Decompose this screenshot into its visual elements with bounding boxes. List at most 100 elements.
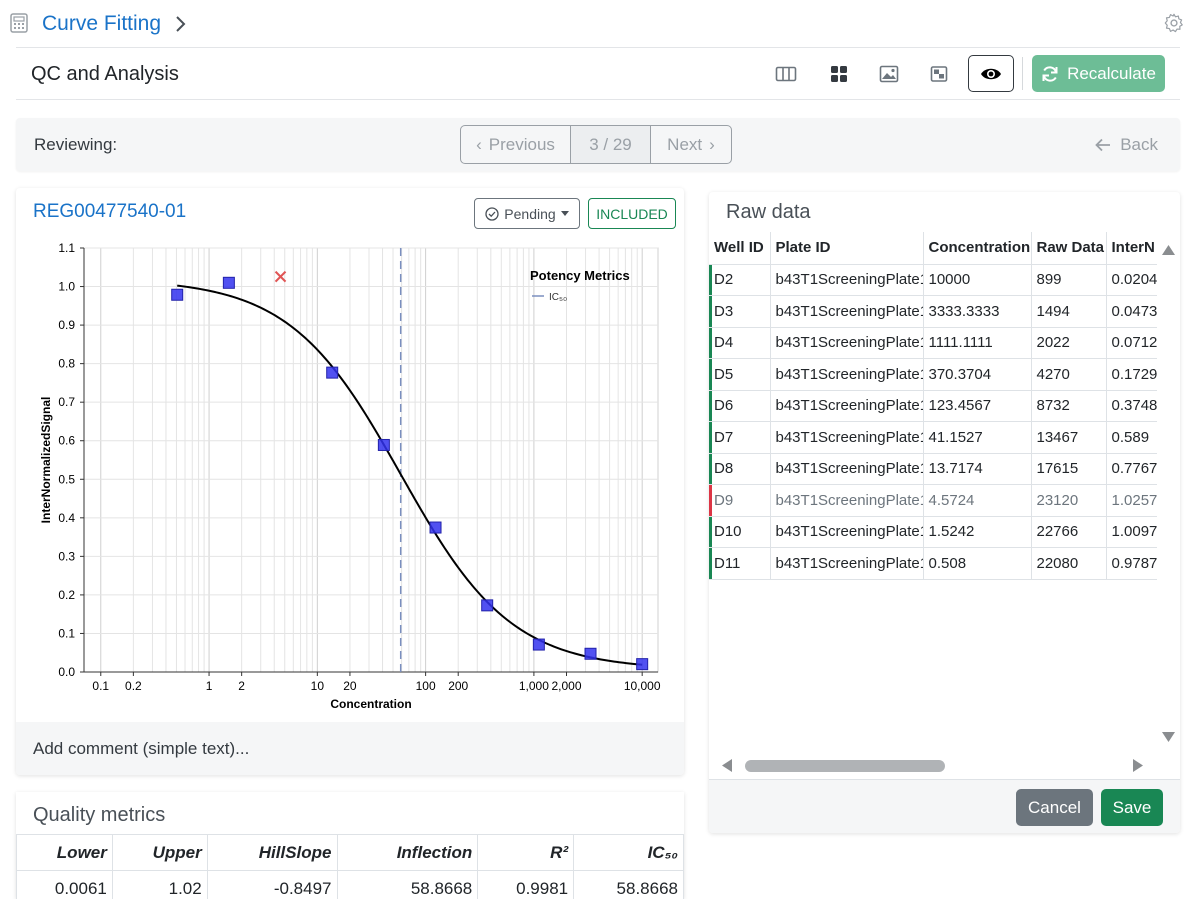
included-badge[interactable]: INCLUDED xyxy=(588,198,676,229)
table-row[interactable]: D9 b43T1ScreeningPlate1 4.5724 23120 1.0257 xyxy=(709,484,1157,517)
top-bar: Curve Fitting xyxy=(0,0,1187,48)
x-tick-label: 100 xyxy=(416,679,436,693)
table-row[interactable]: D2 b43T1ScreeningPlate1 10000 899 0.0204 xyxy=(709,264,1157,296)
cell-concentration: 370.3704 xyxy=(923,358,1032,391)
table-row[interactable]: D3 b43T1ScreeningPlate1 3333.3333 1494 0.047… xyxy=(709,295,1157,328)
previous-label: Previous xyxy=(488,134,555,154)
divider xyxy=(16,47,1180,48)
cell-concentration: 13.7174 xyxy=(923,453,1032,485)
gear-icon[interactable] xyxy=(1163,12,1185,34)
grid-icon[interactable] xyxy=(828,64,850,84)
cell-concentration: 0.508 xyxy=(923,547,1032,580)
cell-internormalized: 0.1729 xyxy=(1106,358,1157,391)
quality-metrics-table: Lower Upper HillSlope Inflection R² IC₅₀… xyxy=(16,834,684,899)
cell-raw-data: 8732 xyxy=(1031,390,1107,422)
y-tick-label: 0.9 xyxy=(58,318,75,332)
recalculate-button[interactable]: Recalculate xyxy=(1032,55,1165,92)
column-header: Upper xyxy=(111,834,208,871)
image-icon[interactable] xyxy=(878,64,900,84)
column-header-plate-id[interactable]: Plate ID xyxy=(770,232,924,265)
column-header-concentration[interactable]: Concentration xyxy=(923,232,1032,265)
raw-data-card: Raw data Well ID Plate ID Concentration … xyxy=(709,192,1180,833)
status-dropdown[interactable]: Pending xyxy=(474,198,580,229)
cell-raw-data: 13467 xyxy=(1031,421,1107,454)
metric-value: 0.9981 xyxy=(477,870,575,899)
horizontal-scrollbar[interactable] xyxy=(709,747,1157,777)
y-tick-labels: 0.0 0.1 0.2 0.3 0.4 0.5 0.6 0.7 0.8 0.9 1.0 1.1 xyxy=(58,241,84,679)
table-row[interactable]: D5 b43T1ScreeningPlate1 370.3704 4270 0.1729 xyxy=(709,358,1157,391)
table-row[interactable]: D8 b43T1ScreeningPlate1 13.7174 17615 0.7767 xyxy=(709,453,1157,485)
table-row[interactable]: D4 b43T1ScreeningPlate1 1111.1111 2022 0.071… xyxy=(709,327,1157,359)
chart-grid xyxy=(83,247,659,673)
page-title: QC and Analysis xyxy=(31,63,179,85)
table-row[interactable]: D6 b43T1ScreeningPlate1 123.4567 8732 0.3748 xyxy=(709,390,1157,422)
table-row[interactable]: D10 b43T1ScreeningPlate1 1.5242 22766 1.0097 xyxy=(709,516,1157,548)
cell-well-id: D7 xyxy=(709,421,771,454)
x-tick-label: 200 xyxy=(448,679,468,693)
data-point xyxy=(326,366,339,379)
data-point xyxy=(584,647,597,660)
columns-icon[interactable] xyxy=(775,64,797,84)
next-button[interactable]: Next › xyxy=(650,125,732,164)
y-tick-label: 1.1 xyxy=(58,241,75,255)
raw-data-grid[interactable]: Well ID Plate ID Concentration Raw Data … xyxy=(709,232,1157,747)
cancel-button[interactable]: Cancel xyxy=(1016,789,1093,826)
cell-internormalized: 0.7767 xyxy=(1106,453,1157,485)
column-header-internormalized[interactable]: InterN xyxy=(1106,232,1157,265)
scroll-down-icon[interactable] xyxy=(1162,732,1175,742)
toggle-visibility-button[interactable] xyxy=(968,55,1014,92)
data-point xyxy=(481,599,494,612)
next-label: Next xyxy=(667,134,703,154)
scroll-thumb[interactable] xyxy=(745,760,945,772)
table-row[interactable]: D7 b43T1ScreeningPlate1 41.1527 13467 0.589 xyxy=(709,421,1157,454)
scroll-left-icon[interactable] xyxy=(722,759,732,772)
cell-plate-id: b43T1ScreeningPlate1 xyxy=(770,516,924,548)
cell-well-id: D5 xyxy=(709,358,771,391)
cell-concentration: 3333.3333 xyxy=(923,295,1032,328)
comment-field[interactable]: Add comment (simple text)... xyxy=(16,722,684,775)
cell-internormalized: 0.9787 xyxy=(1106,547,1157,580)
legend-title: Potency Metrics xyxy=(530,268,630,283)
y-tick-label: 0.4 xyxy=(58,511,75,525)
y-tick-label: 0.3 xyxy=(58,549,75,563)
scroll-up-icon[interactable] xyxy=(1162,245,1175,255)
column-header-raw-data[interactable]: Raw Data xyxy=(1031,232,1107,265)
cell-raw-data: 22080 xyxy=(1031,547,1107,580)
cell-well-id: D10 xyxy=(709,516,771,548)
review-bar: Reviewing: ‹ Previous 3 / 29 Next › Back xyxy=(16,118,1180,171)
cell-concentration: 10000 xyxy=(923,264,1032,296)
cell-raw-data: 4270 xyxy=(1031,358,1107,391)
metric-value: 58.8668 xyxy=(336,870,479,899)
cell-well-id: D3 xyxy=(709,295,771,328)
cell-well-id: D2 xyxy=(709,264,771,296)
chevron-right-icon[interactable] xyxy=(174,14,188,34)
y-tick-label: 0.1 xyxy=(58,626,75,640)
cell-well-id: D11 xyxy=(709,547,771,580)
data-point xyxy=(377,438,390,451)
x-tick-label: 20 xyxy=(343,679,357,693)
app-title[interactable]: Curve Fitting xyxy=(42,12,161,36)
cell-concentration: 1.5242 xyxy=(923,516,1032,548)
cell-well-id: D9 xyxy=(709,484,771,517)
table-row[interactable]: D11 b43T1ScreeningPlate1 0.508 22080 0.9787 xyxy=(709,547,1157,580)
compound-id[interactable]: REG00477540-01 xyxy=(33,201,186,223)
picture-in-picture-icon[interactable] xyxy=(928,64,950,84)
quality-metrics-title: Quality metrics xyxy=(33,804,166,826)
status-label: Pending xyxy=(504,205,556,222)
cell-concentration: 4.5724 xyxy=(923,484,1032,517)
cell-raw-data: 23120 xyxy=(1031,484,1107,517)
vertical-scrollbar[interactable] xyxy=(1157,232,1180,747)
calculator-icon[interactable] xyxy=(10,13,28,33)
cell-raw-data: 1494 xyxy=(1031,295,1107,328)
back-button[interactable]: Back xyxy=(1095,135,1158,155)
data-point xyxy=(532,638,545,651)
column-header-well-id[interactable]: Well ID xyxy=(709,232,771,265)
toolbar-separator xyxy=(1022,57,1023,90)
cell-plate-id: b43T1ScreeningPlate1 xyxy=(770,390,924,422)
scroll-right-icon[interactable] xyxy=(1133,759,1143,772)
cell-plate-id: b43T1ScreeningPlate1 xyxy=(770,295,924,328)
x-tick-label: 0.1 xyxy=(92,679,109,693)
previous-button[interactable]: ‹ Previous xyxy=(460,125,571,164)
save-button[interactable]: Save xyxy=(1101,789,1163,826)
cell-well-id: D8 xyxy=(709,453,771,485)
